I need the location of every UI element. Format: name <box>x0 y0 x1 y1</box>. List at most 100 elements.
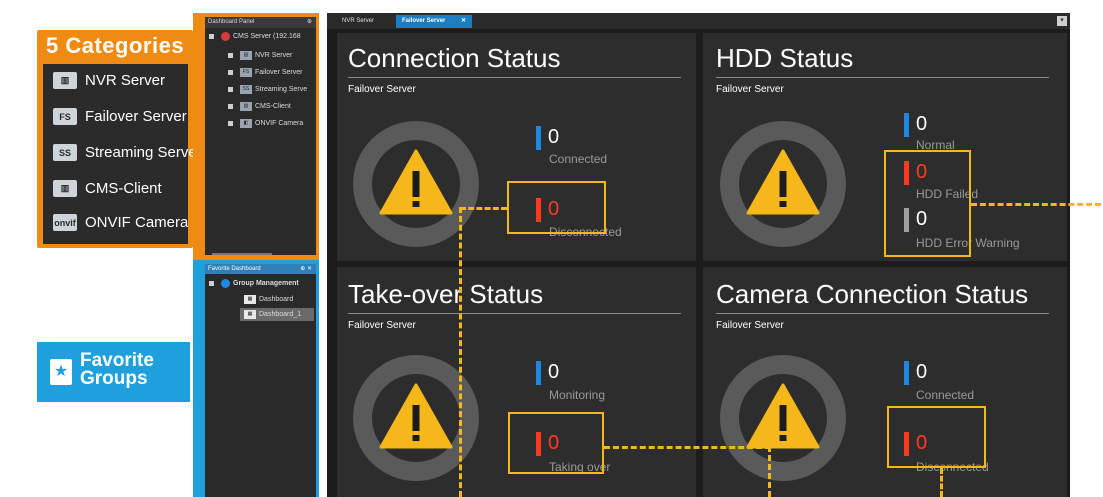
favorite-dashboard-title: Favorite Dashboard <box>208 266 261 272</box>
category-failover-server: FS Failover Server <box>53 108 187 125</box>
camera-connected-indicator <box>904 361 909 385</box>
widget-subtitle: Failover Server <box>348 84 416 95</box>
hdd-status-title: HDD Status <box>716 43 854 73</box>
tree-item-nvr-server[interactable]: ▥ NVR Server <box>228 51 292 60</box>
onvif-camera-icon: onvif <box>53 214 77 231</box>
connected-label: Connected <box>549 152 608 166</box>
camera-connected-label: Connected <box>916 388 975 402</box>
tree-item-label: ONVIF Camera <box>255 120 304 127</box>
monitoring-count: 0 <box>548 361 560 383</box>
tab-nvr-server[interactable]: NVR Server <box>336 15 380 28</box>
category-cms-client: ▥ CMS-Client <box>53 180 162 197</box>
tab-label: Failover Server <box>402 18 446 24</box>
tree-item-cms-client[interactable]: ▥ CMS-Client <box>228 102 291 111</box>
connector-line <box>971 203 1101 206</box>
tree-item-streaming-server[interactable]: SS Streaming Serve <box>228 85 307 94</box>
close-icon[interactable]: ✕ <box>461 18 466 24</box>
divider <box>716 77 1049 78</box>
favorite-dashboard-header: Favorite Dashboard ⊕ ✕ <box>205 264 316 274</box>
tree-root-cms-server[interactable]: CMS Server (192.168 <box>209 32 301 41</box>
hdd-highlight-box <box>884 150 971 257</box>
divider <box>348 77 681 78</box>
normal-count: 0 <box>916 113 928 135</box>
tab-failover-server[interactable]: Failover Server ✕ <box>396 15 473 28</box>
dashboard-panel-title: Dashboard Panel <box>208 19 255 25</box>
tab-menu-chevron-down-icon[interactable]: ▾ <box>1057 16 1067 26</box>
divider <box>716 313 1049 314</box>
category-label: CMS-Client <box>85 180 162 197</box>
camera-disconnected-highlight-box <box>887 406 986 468</box>
cms-client-icon: ▥ <box>53 180 77 197</box>
tree-root-label: CMS Server (192.168 <box>233 33 301 40</box>
connected-count: 0 <box>548 126 560 148</box>
connector-line <box>940 468 943 497</box>
warning-icon <box>379 149 453 215</box>
expand-icon[interactable] <box>209 34 214 39</box>
connector-line <box>460 207 507 210</box>
warning-icon <box>746 149 820 215</box>
category-label: Streaming Server <box>85 144 202 161</box>
favorite-line2: Groups <box>80 368 148 389</box>
nvr-server-icon: ▥ <box>53 72 77 89</box>
connected-indicator <box>536 126 541 150</box>
widget-subtitle: Failover Server <box>716 320 784 331</box>
expand-icon[interactable] <box>228 121 233 126</box>
dashboard-panel-header: Dashboard Panel ⊕ <box>205 17 316 28</box>
pin-icon[interactable]: ⊕ <box>307 17 312 28</box>
tree-item-label: Failover Server <box>255 69 303 76</box>
dashboard-icon: ▦ <box>244 295 256 304</box>
favorite-item-dashboard-1[interactable]: ▦ Dashboard_1 <box>244 310 301 319</box>
panel-controls-icon[interactable]: ⊕ ✕ <box>300 264 312 274</box>
expand-icon[interactable] <box>209 281 214 286</box>
categories-title: 5 Categories <box>46 33 185 58</box>
favorite-item-label: Dashboard <box>259 296 294 303</box>
favorite-item-dashboard[interactable]: ▦ Dashboard <box>244 295 293 304</box>
taking-over-highlight-box <box>508 412 604 474</box>
widget-subtitle: Failover Server <box>716 84 784 95</box>
takeover-status-title: Take-over Status <box>348 279 544 309</box>
expand-icon[interactable] <box>228 104 233 109</box>
cms-server-icon <box>221 32 230 41</box>
category-label: NVR Server <box>85 72 166 89</box>
camera-connected-count: 0 <box>916 361 928 383</box>
category-streaming-server: SS Streaming Server <box>53 144 202 161</box>
expand-icon[interactable] <box>228 87 233 92</box>
failover-server-icon: FS <box>240 68 252 77</box>
connector-line <box>604 446 771 449</box>
star-icon: ★ <box>50 359 72 385</box>
category-label: ONVIF Camera <box>85 214 189 231</box>
expand-icon[interactable] <box>228 70 233 75</box>
connector-line <box>459 207 462 497</box>
nvr-server-icon: ▥ <box>240 51 252 60</box>
cms-client-icon: ▥ <box>240 102 252 111</box>
categories-list: ▥ NVR Server FS Failover Server SS Strea… <box>43 64 202 244</box>
connection-status-title: Connection Status <box>348 43 561 73</box>
tree-item-failover-server[interactable]: FS Failover Server <box>228 68 302 77</box>
streaming-server-icon: SS <box>53 144 77 161</box>
monitoring-label: Monitoring <box>549 388 606 402</box>
tree-item-onvif-camera[interactable]: ◧ ONVIF Camera <box>228 119 303 128</box>
group-icon <box>221 279 230 288</box>
category-onvif-camera: onvif ONVIF Camera <box>53 214 188 231</box>
normal-indicator <box>904 113 909 137</box>
favorite-item-label: Dashboard_1 <box>259 311 302 318</box>
favorite-groups-title: Favorite Groups <box>80 351 154 389</box>
streaming-server-icon: SS <box>240 85 252 94</box>
warning-icon <box>379 383 453 449</box>
tree-root-group-management[interactable]: Group Management <box>209 279 299 288</box>
widget-subtitle: Failover Server <box>348 320 416 331</box>
warning-icon <box>746 383 820 449</box>
dashboard-icon: ▦ <box>244 310 256 319</box>
monitoring-indicator <box>536 361 541 385</box>
tree-item-label: CMS-Client <box>255 103 291 110</box>
camera-connection-title: Camera Connection Status <box>716 279 1029 309</box>
failover-server-icon: FS <box>53 108 77 125</box>
tree-root-label: Group Management <box>233 280 299 287</box>
tree-item-label: Streaming Serve <box>255 86 308 93</box>
connector-line <box>768 446 771 497</box>
category-nvr-server: ▥ NVR Server <box>53 72 165 89</box>
horizontal-scrollbar[interactable] <box>212 253 272 255</box>
category-label: Failover Server <box>85 108 187 125</box>
expand-icon[interactable] <box>228 53 233 58</box>
disconnected-highlight-box <box>507 181 606 234</box>
